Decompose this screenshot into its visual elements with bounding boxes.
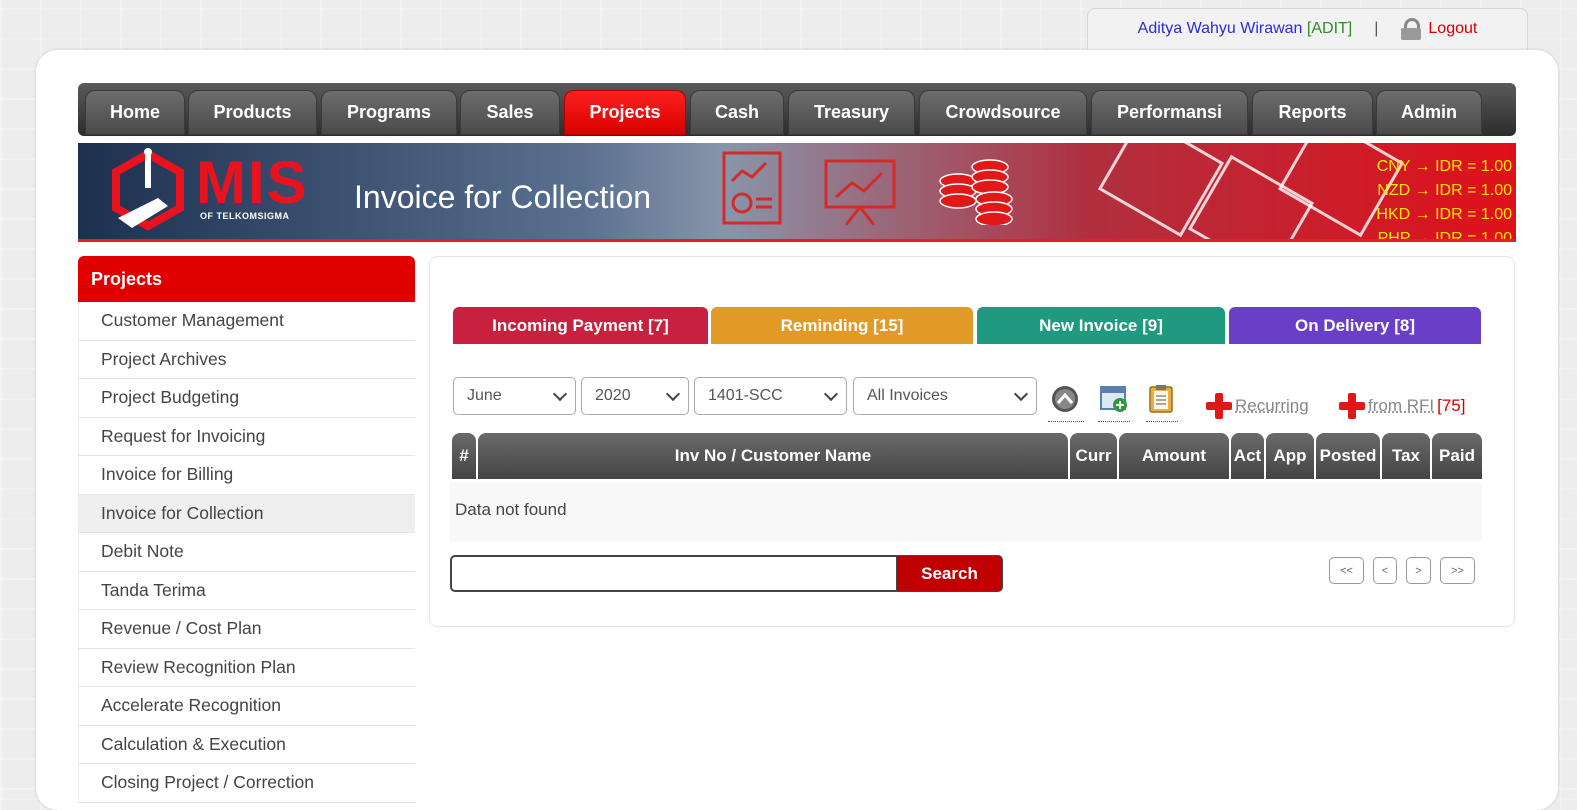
col-header-posted: Posted [1316,433,1380,479]
unit-value: 1401-SCC [708,387,783,405]
export-excel-icon[interactable] [1098,384,1130,422]
nav-tab-projects[interactable]: Projects [564,90,686,135]
user-code: [ADIT] [1307,20,1352,37]
table-row [450,482,1482,542]
logo-tagline: OF TELKOMSIGMA [200,211,290,221]
year-select[interactable]: 2020 [581,377,689,415]
rate-line: PHP → IDR = 1.00 [1376,227,1512,242]
sidebar-item-request-for-invoicing[interactable]: Request for Invoicing [78,418,415,457]
logo-text: MIS [196,153,309,213]
tab-new-invoice[interactable]: New Invoice [9] [977,307,1225,344]
page-banner: MIS OF TELKOMSIGMA Invoice for Collectio… [78,143,1516,242]
collapse-up-icon[interactable] [1048,384,1084,422]
tab-on-delivery[interactable]: On Delivery [8] [1229,307,1481,344]
sidebar-item-calculation-execution[interactable]: Calculation & Execution [78,726,415,765]
chevron-down-icon [824,387,838,401]
col-header-act: Act [1231,433,1264,479]
presentation-icon [822,157,900,227]
col-header-number: # [452,433,476,479]
add-icon [1206,393,1232,419]
user-separator: | [1374,20,1378,38]
from-rfi-link[interactable]: from RFI [75] [1339,393,1465,419]
sidebar-item-closing-project[interactable]: Closing Project / Correction [78,764,415,803]
sidebar-item-invoice-for-billing[interactable]: Invoice for Billing [78,456,415,495]
invoice-type-value: All Invoices [867,387,948,405]
rate-line: NZD → IDR = 1.00 [1376,179,1512,203]
invoice-type-select[interactable]: All Invoices [853,377,1037,415]
logout-link[interactable]: Logout [1400,18,1477,40]
chevron-down-icon [553,387,567,401]
sidebar-item-debit-note[interactable]: Debit Note [78,533,415,572]
page-last-button[interactable]: >> [1440,557,1475,584]
report-icon [722,151,784,227]
page-prev-button[interactable]: < [1373,557,1397,584]
rate-line: HKD → IDR = 1.00 [1376,203,1512,227]
col-header-app: App [1266,433,1314,479]
empty-message: Data not found [455,500,567,520]
nav-tab-products[interactable]: Products [188,90,317,135]
sidebar-item-review-recognition-plan[interactable]: Review Recognition Plan [78,649,415,688]
chevron-down-icon [666,387,680,401]
col-header-curr[interactable]: Curr [1070,433,1117,479]
lock-icon [1400,18,1422,40]
sidebar-item-project-budgeting[interactable]: Project Budgeting [78,379,415,418]
sidebar-item-customer-management[interactable]: Customer Management [78,302,415,341]
nav-tab-reports[interactable]: Reports [1252,90,1373,135]
coins-icon [938,153,1018,225]
sidebar-item-revenue-cost-plan[interactable]: Revenue / Cost Plan [78,610,415,649]
tab-reminding[interactable]: Reminding [15] [711,307,973,344]
sidebar-item-project-archives[interactable]: Project Archives [78,341,415,380]
nav-tab-treasury[interactable]: Treasury [788,90,915,135]
sidebar-heading: Projects [78,256,415,302]
sidebar-item-tanda-terima[interactable]: Tanda Terima [78,572,415,611]
col-header-inv-no[interactable]: Inv No / Customer Name [478,433,1068,479]
col-header-amount[interactable]: Amount [1119,433,1229,479]
year-value: 2020 [595,387,631,405]
from-rfi-count: [75] [1437,396,1465,416]
page-next-button[interactable]: > [1406,557,1431,584]
search-button[interactable]: Search [896,555,1003,592]
clipboard-icon[interactable] [1146,384,1178,422]
add-icon [1339,393,1365,419]
nav-tab-sales[interactable]: Sales [460,90,560,135]
sidebar-item-invoice-for-collection[interactable]: Invoice for Collection [78,495,415,534]
col-header-tax: Tax [1382,433,1430,479]
nav-tab-home[interactable]: Home [85,90,185,135]
search-input[interactable] [450,555,896,592]
page-title: Invoice for Collection [354,179,651,216]
nav-tab-crowdsource[interactable]: Crowdsource [919,90,1087,135]
from-rfi-label: from RFI [1368,396,1434,416]
logout-label: Logout [1428,20,1477,38]
chevron-down-icon [1014,387,1028,401]
col-header-paid: Paid [1432,433,1482,479]
tab-incoming-payment[interactable]: Incoming Payment [7] [453,307,708,344]
mis-logo-icon [108,148,188,234]
rate-line: CNY → IDR = 1.00 [1376,155,1512,179]
sidebar-menu: Customer Management Project Archives Pro… [78,302,415,803]
recurring-link[interactable]: Recurring [1206,393,1309,419]
month-select[interactable]: June [453,377,576,415]
exchange-rates: CNY → IDR = 1.00 NZD → IDR = 1.00 HKD → … [1376,155,1512,242]
user-name: Aditya Wahyu Wirawan [1138,20,1303,37]
nav-tab-cash[interactable]: Cash [690,90,784,135]
nav-tab-programs[interactable]: Programs [321,90,457,135]
nav-tab-performansi[interactable]: Performansi [1091,90,1248,135]
main-nav: Home Products Programs Sales Projects Ca… [78,83,1516,136]
sidebar-item-accelerate-recognition[interactable]: Accelerate Recognition [78,687,415,726]
user-bar: Aditya Wahyu Wirawan [ADIT] | Logout [1087,8,1528,49]
nav-tab-admin[interactable]: Admin [1376,90,1482,135]
recurring-label: Recurring [1235,396,1309,416]
page-first-button[interactable]: << [1329,557,1364,584]
unit-select[interactable]: 1401-SCC [694,377,847,415]
month-value: June [467,387,502,405]
